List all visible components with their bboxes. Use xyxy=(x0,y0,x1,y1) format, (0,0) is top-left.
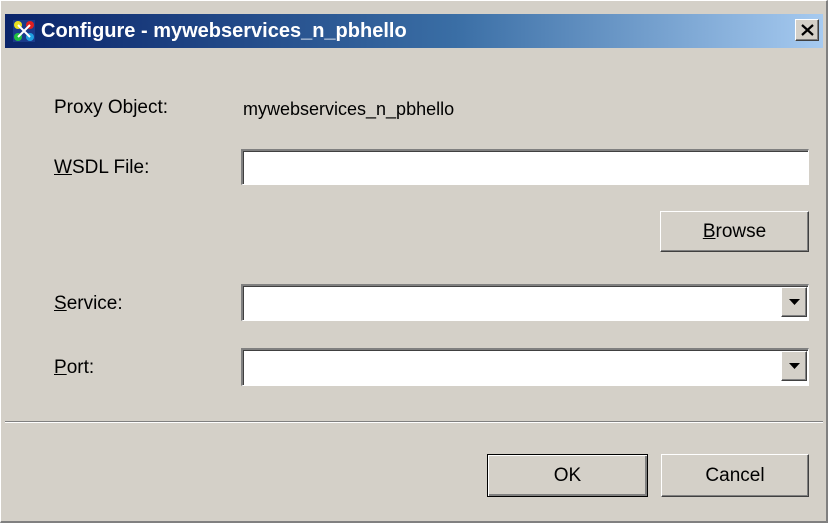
proxy-object-value: mywebservices_n_pbhello xyxy=(243,99,455,119)
service-dropdown-button[interactable] xyxy=(781,287,807,317)
wsdl-file-mnemonic: W xyxy=(54,157,72,178)
wsdl-file-input[interactable] xyxy=(245,153,806,182)
wsdl-file-field[interactable] xyxy=(241,149,809,185)
service-mnemonic: S xyxy=(54,293,67,314)
wsdl-file-label-text: SDL File: xyxy=(71,157,150,178)
footer-separator xyxy=(5,421,823,423)
browse-mnemonic: B xyxy=(702,220,716,242)
ok-button-label: OK xyxy=(553,464,582,486)
service-label-text: ervice: xyxy=(66,293,123,314)
port-label: Port: xyxy=(54,357,94,379)
browse-button[interactable]: Browse xyxy=(660,211,809,252)
port-combobox[interactable] xyxy=(241,348,809,386)
service-combobox[interactable] xyxy=(241,284,809,321)
port-label-text: ort: xyxy=(66,357,95,378)
title-bar[interactable]: Configure - mywebservices_n_pbhello xyxy=(5,14,823,48)
cancel-button[interactable]: Cancel xyxy=(661,454,809,497)
app-icon xyxy=(13,20,35,42)
browse-button-label: Browse xyxy=(661,221,808,243)
configure-dialog: Configure - mywebservices_n_pbhello Prox… xyxy=(0,0,828,523)
port-mnemonic: P xyxy=(54,357,67,378)
close-button[interactable] xyxy=(795,19,819,41)
service-label: Service: xyxy=(54,293,123,315)
browse-label-text: rowse xyxy=(715,220,767,242)
wsdl-file-label: WSDL File: xyxy=(54,157,149,179)
ok-button[interactable]: OK xyxy=(487,454,648,497)
window-title: Configure - mywebservices_n_pbhello xyxy=(41,20,407,42)
port-dropdown-button[interactable] xyxy=(781,351,807,381)
cancel-button-label: Cancel xyxy=(705,464,765,486)
proxy-object-label: Proxy Object: xyxy=(54,97,169,118)
